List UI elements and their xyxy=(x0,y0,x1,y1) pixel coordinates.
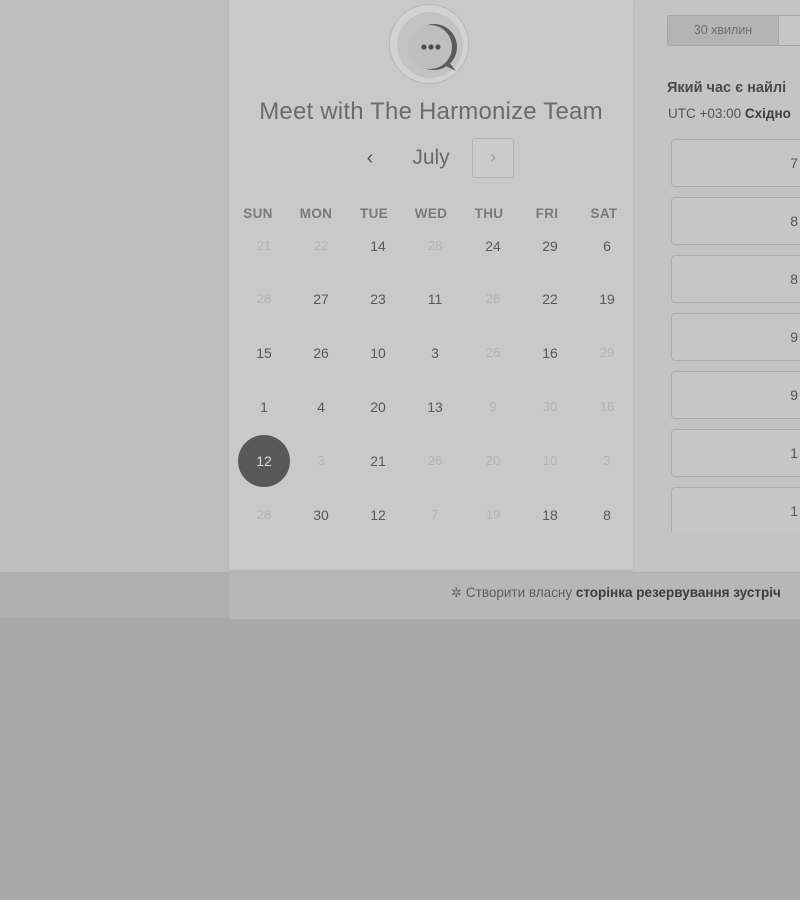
calendar-day[interactable]: 26 xyxy=(295,327,347,379)
calendar-day-disabled: 28 xyxy=(427,238,443,253)
calendar-day-disabled: 16 xyxy=(599,399,615,414)
create-booking-page-link[interactable]: ✲ Створити власну сторінка резервування з… xyxy=(451,585,781,601)
duration-30-min-tab[interactable]: 30 хвилин xyxy=(667,15,779,46)
time-slot-button[interactable]: 8 xyxy=(671,197,800,245)
time-slot-label: 1 xyxy=(790,445,798,461)
calendar-day[interactable]: 27 xyxy=(295,273,347,325)
calendar-day[interactable]: 15 xyxy=(238,327,290,379)
calendar-day-disabled: 22 xyxy=(313,238,329,253)
calendar-day[interactable]: 29 xyxy=(524,220,576,272)
previous-month-button[interactable]: ‹ xyxy=(358,146,382,172)
calendar-day[interactable]: 12 xyxy=(352,489,404,541)
calendar-day[interactable]: 18 xyxy=(524,489,576,541)
calendar-day-disabled: 7 xyxy=(431,507,439,522)
month-label: July xyxy=(412,146,450,169)
hubspot-sprocket-icon: ✲ xyxy=(451,585,462,600)
weekday-wed: WED xyxy=(414,206,448,221)
chat-bubble-icon xyxy=(389,4,469,84)
time-slot-label: 8 xyxy=(790,271,798,287)
calendar-day[interactable]: 22 xyxy=(524,273,576,325)
weekday-tue: TUE xyxy=(360,206,388,221)
calendar-day[interactable]: 23 xyxy=(352,273,404,325)
calendar-day[interactable]: 30 xyxy=(295,489,347,541)
calendar-day-disabled: 10 xyxy=(542,453,558,468)
footer-link-text: Створити власну xyxy=(465,585,576,600)
time-slot-button[interactable]: 8 xyxy=(671,255,800,303)
time-slot-label: 7 xyxy=(790,155,798,171)
calendar-day[interactable]: 4 xyxy=(295,381,347,433)
weekday-sat: SAT xyxy=(590,206,618,221)
weekday-mon: MON xyxy=(299,206,333,221)
calendar-day[interactable]: 11 xyxy=(409,273,461,325)
weekday-sun: SUN xyxy=(243,206,273,221)
calendar-day-disabled: 3 xyxy=(603,453,611,468)
time-slot-label: 1 xyxy=(790,503,798,519)
calendar-day-disabled: 19 xyxy=(485,507,501,522)
calendar-day[interactable]: 10 xyxy=(352,327,404,379)
time-slot-button[interactable]: 7 xyxy=(671,139,800,187)
calendar-day-disabled: 30 xyxy=(542,399,558,414)
calendar-day[interactable]: 21 xyxy=(352,435,404,487)
timezone-selector[interactable]: UTC +03:00 Східно xyxy=(668,106,791,121)
timezone-name: Східно xyxy=(744,106,791,121)
time-slot-button[interactable]: 9 xyxy=(671,313,800,361)
calendar-day-disabled: 26 xyxy=(485,345,501,360)
meeting-title: Meet with The Harmonize Team xyxy=(259,98,603,125)
time-slot-label: 9 xyxy=(790,329,798,345)
calendar-day[interactable]: 13 xyxy=(409,381,461,433)
time-slot-button[interactable]: 1 xyxy=(671,429,800,477)
calendar-day-disabled: 3 xyxy=(317,453,325,468)
selected-day[interactable]: 12 xyxy=(238,435,290,487)
time-slot-label: 8 xyxy=(790,213,798,229)
calendar-day[interactable]: 8 xyxy=(581,489,633,541)
duration-option-tab[interactable] xyxy=(779,15,800,46)
calendar-day-disabled: 29 xyxy=(599,345,615,360)
calendar-day[interactable]: 19 xyxy=(581,273,633,325)
calendar-day[interactable]: 20 xyxy=(352,381,404,433)
calendar-day[interactable]: 16 xyxy=(524,327,576,379)
calendar-day-disabled: 9 xyxy=(489,399,497,414)
calendar-day-disabled: 26 xyxy=(427,453,443,468)
calendar-day-disabled: 21 xyxy=(256,238,272,253)
calendar-day-disabled: 28 xyxy=(256,291,272,306)
calendar-day[interactable]: 3 xyxy=(409,327,461,379)
time-slot-button[interactable]: 9 xyxy=(671,371,800,419)
calendar-day[interactable]: 24 xyxy=(467,220,519,272)
next-month-button[interactable]: › xyxy=(472,138,514,178)
calendar-day-disabled: 20 xyxy=(485,453,501,468)
time-slot-label: 9 xyxy=(790,387,798,403)
calendar-day-disabled: 28 xyxy=(485,291,501,306)
calendar-day[interactable]: 6 xyxy=(581,220,633,272)
time-question-heading: Який час є найлі xyxy=(667,80,787,96)
weekday-fri: FRI xyxy=(535,206,559,221)
calendar-day[interactable]: 14 xyxy=(352,220,404,272)
calendar-day[interactable]: 1 xyxy=(238,381,290,433)
weekday-thu: THU xyxy=(474,206,504,221)
calendar-day-disabled: 28 xyxy=(256,507,272,522)
footer-link-bold-text: сторінка резервування зустріч xyxy=(575,585,781,600)
time-slot-button[interactable]: 1 xyxy=(671,487,800,532)
timezone-offset: UTC +03:00 xyxy=(668,106,745,121)
